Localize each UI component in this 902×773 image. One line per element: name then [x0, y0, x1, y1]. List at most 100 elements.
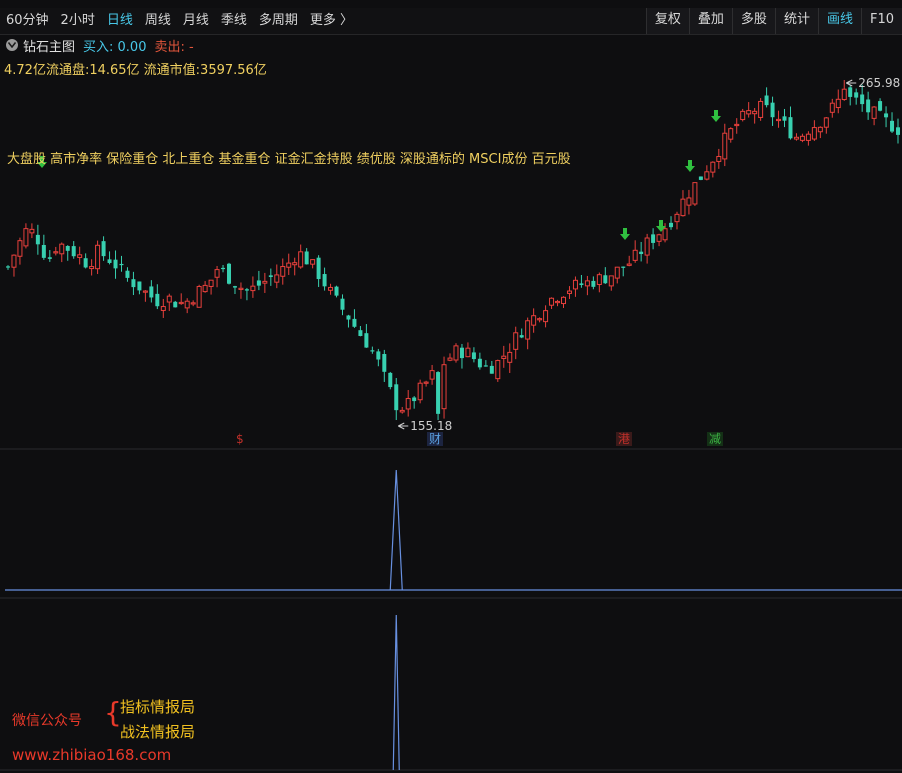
- candle-body: [184, 300, 190, 309]
- candle-body: [572, 279, 578, 290]
- candle-body: [686, 197, 692, 206]
- candle-body: [412, 397, 417, 402]
- stock-chart-window: 60分钟 2小时 日线 周线 月线 季线 多周期 更多 〉 复权 叠加 多股 统…: [0, 0, 902, 773]
- candle-body: [190, 302, 196, 305]
- candle-body: [549, 297, 555, 306]
- candle-body: [477, 358, 482, 368]
- candle-body: [250, 285, 256, 292]
- watermark-url: www.zhibiao168.com: [12, 746, 172, 764]
- candle-body: [119, 263, 124, 266]
- candle-body: [543, 310, 549, 323]
- sell-arrow-icon: [620, 228, 630, 240]
- candle-body: [811, 127, 817, 140]
- candle-body: [537, 318, 543, 321]
- candle-body: [584, 280, 590, 287]
- candle-body: [841, 88, 847, 101]
- event-marker-dividend[interactable]: $: [234, 432, 246, 446]
- indicator-name[interactable]: 钻石主图: [23, 36, 75, 55]
- signal-spike-2: [392, 614, 400, 771]
- candle-body: [495, 360, 501, 380]
- candle-body: [89, 266, 95, 270]
- candle-body: [298, 251, 304, 268]
- candle-body: [107, 259, 112, 263]
- candle-body: [621, 266, 626, 268]
- candle-body: [238, 287, 244, 290]
- event-marker-hk[interactable]: 港: [616, 432, 633, 446]
- candle-body: [214, 269, 220, 278]
- candle-body: [29, 228, 35, 234]
- candle-body: [149, 286, 154, 298]
- candle-body: [728, 128, 734, 140]
- candle-body: [662, 228, 668, 241]
- candle-body: [173, 301, 178, 308]
- candle-body: [286, 262, 292, 268]
- candle-body: [644, 237, 650, 256]
- candle-body: [244, 289, 249, 291]
- candle-body: [310, 259, 316, 265]
- candle-body: [142, 290, 148, 293]
- candle-body: [11, 254, 17, 268]
- event-marker-reduce[interactable]: 减: [707, 432, 724, 446]
- candle-body: [848, 87, 853, 97]
- candle-body: [835, 98, 841, 109]
- candle-body: [47, 257, 52, 259]
- candle-body: [866, 99, 871, 113]
- candle-body: [436, 372, 441, 414]
- candle-body: [274, 274, 280, 283]
- candle-body: [704, 171, 710, 180]
- candle-body: [890, 120, 895, 132]
- candle-body: [884, 113, 889, 118]
- candle-body: [382, 354, 387, 372]
- candle-body: [322, 274, 327, 287]
- candle-body: [83, 258, 88, 268]
- candle-body: [799, 135, 805, 141]
- candle-body: [453, 345, 459, 361]
- candle-body: [758, 100, 764, 118]
- stock-float-info: 4.72亿流通盘:14.65亿 流通市值:3597.56亿: [4, 63, 267, 78]
- candle-body: [59, 243, 65, 255]
- candle-body: [483, 365, 488, 367]
- indicator-toggle-icon[interactable]: [6, 39, 18, 51]
- candle-body: [525, 320, 531, 340]
- candle-body: [626, 263, 632, 266]
- candle-body: [441, 364, 447, 410]
- candle-body: [603, 275, 608, 284]
- candle-body: [680, 198, 686, 217]
- candle-body: [232, 286, 237, 288]
- candle-body: [71, 246, 76, 257]
- candle-body: [674, 213, 680, 223]
- candle-body: [23, 228, 29, 247]
- candle-body: [101, 241, 106, 257]
- candle-body: [722, 132, 728, 160]
- signal-spike: [389, 469, 403, 591]
- candle-body: [262, 280, 268, 284]
- candle-body: [227, 263, 232, 284]
- candle-body: [17, 240, 23, 257]
- candle-body: [125, 270, 130, 278]
- candle-body: [376, 351, 381, 360]
- candle-body: [304, 251, 309, 265]
- candle-body: [196, 286, 202, 308]
- candle-body: [328, 286, 334, 291]
- candle-body: [501, 355, 507, 359]
- high-price-label-arrow: [846, 79, 857, 87]
- event-marker-finance[interactable]: 财: [427, 432, 444, 446]
- sell-value: 卖出: -: [154, 39, 194, 55]
- candle-body: [770, 102, 775, 118]
- candle-body: [823, 117, 829, 128]
- high-price-label: 265.98: [858, 76, 900, 90]
- candle-body: [776, 118, 782, 122]
- low-price-label: 155.18: [410, 419, 452, 433]
- candle-body: [459, 347, 464, 359]
- candle-body: [871, 106, 877, 119]
- candle-body: [632, 249, 638, 261]
- candle-body: [507, 351, 513, 363]
- candle-body: [896, 127, 900, 135]
- candle-body: [465, 347, 471, 358]
- candle-body: [734, 123, 740, 127]
- candle-body: [65, 245, 70, 251]
- watermark-line2: 战法情报局: [120, 723, 196, 741]
- buy-value: 买入: 0.00: [83, 39, 147, 55]
- candle-body: [555, 300, 561, 304]
- candle-body: [429, 370, 435, 380]
